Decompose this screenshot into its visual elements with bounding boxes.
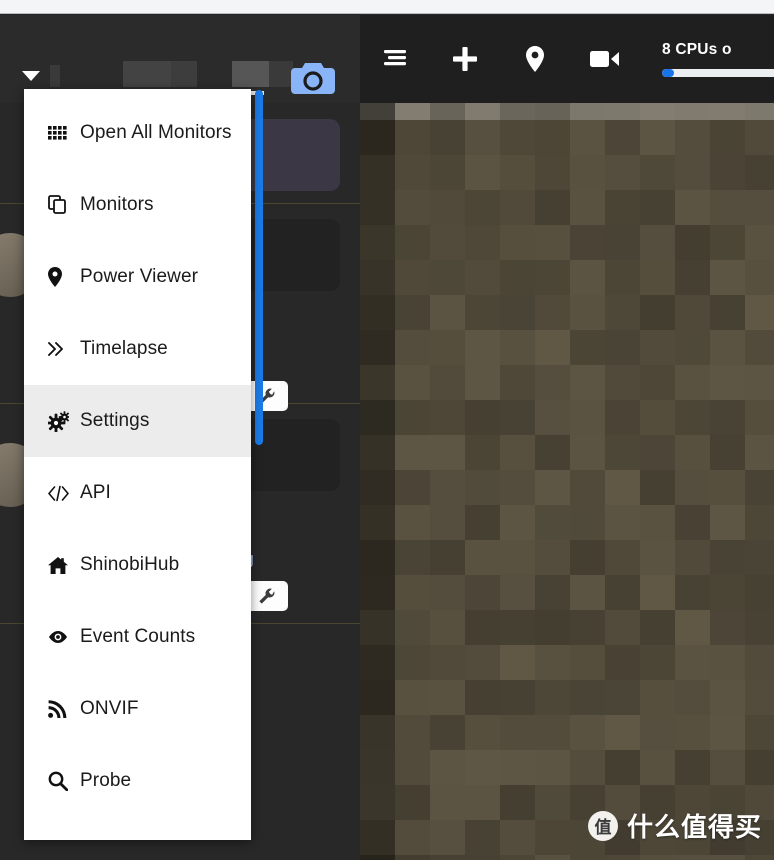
cpu-status-label: 8 CPUs o [662, 41, 774, 59]
gears-icon [48, 411, 69, 432]
menu-item-open-all-monitors[interactable]: Open All Monitors [24, 97, 251, 169]
menu-item-label: ONVIF [80, 698, 139, 720]
cpu-status-block: 8 CPUs o [662, 41, 774, 77]
align-list-icon[interactable] [360, 15, 430, 103]
app-root: 0 4 ding 0 4 rding [0, 0, 774, 860]
watermark: 值 什么值得买 [588, 807, 762, 844]
redacted-block [171, 61, 197, 87]
redacted-block [232, 61, 269, 87]
code-icon [48, 485, 80, 502]
eye-icon [48, 630, 80, 644]
menu-item-shinobihub[interactable]: ShinobiHub [24, 529, 251, 601]
menu-item-api[interactable]: API [24, 457, 251, 529]
browser-chrome-strip [0, 0, 774, 14]
video-stream-area[interactable] [360, 15, 774, 860]
copy-icon [48, 195, 67, 215]
redacted-block [269, 61, 293, 87]
watermark-text: 什么值得买 [627, 807, 762, 844]
menu-item-event-counts[interactable]: Event Counts [24, 601, 251, 673]
video-camera-icon[interactable] [570, 15, 640, 103]
menu-item-timelapse[interactable]: Timelapse [24, 313, 251, 385]
redacted-block [123, 61, 171, 87]
home-icon [48, 556, 80, 574]
map-pin-icon[interactable] [500, 15, 570, 103]
menu-item-label: Probe [80, 770, 131, 792]
menu-item-label: Power Viewer [80, 266, 198, 288]
menu-item-settings[interactable]: Settings [24, 385, 251, 457]
plus-icon[interactable] [430, 15, 500, 103]
main-dropdown-menu[interactable]: Open All Monitors Monitors Power Viewer Tim… [24, 89, 251, 840]
copy-icon [48, 195, 80, 215]
menu-item-label: Settings [80, 410, 149, 432]
home-icon [48, 556, 68, 574]
watermark-badge: 值 [588, 811, 618, 841]
menu-item-label: Event Counts [80, 626, 195, 648]
wrench-icon [257, 587, 276, 606]
search-icon [48, 771, 68, 791]
cpu-usage-bar [662, 69, 774, 77]
code-icon [48, 485, 69, 502]
dropdown-caret-icon[interactable] [22, 71, 40, 81]
map-pin-icon [48, 267, 62, 287]
menu-item-probe[interactable]: Probe [24, 745, 251, 817]
rss-icon [48, 700, 80, 719]
menu-item-label: API [80, 482, 111, 504]
pixelated-video-mosaic [360, 15, 774, 860]
menu-item-power-viewer[interactable]: Power Viewer [24, 241, 251, 313]
menu-item-label: Timelapse [80, 338, 168, 360]
menu-item-label: Monitors [80, 194, 154, 216]
redacted-block [50, 65, 60, 87]
menu-item-monitors[interactable]: Monitors [24, 169, 251, 241]
eye-icon [48, 630, 68, 644]
rss-icon [48, 700, 67, 719]
sidebar-scrollbar[interactable] [255, 90, 263, 445]
grid-icon [48, 126, 80, 140]
menu-item-label: ShinobiHub [80, 554, 179, 576]
cpu-usage-fill [662, 69, 674, 77]
chevron-double-right-icon [48, 341, 65, 358]
camera-icon[interactable] [291, 58, 335, 96]
map-pin-icon [48, 267, 80, 287]
gears-icon [48, 411, 80, 432]
menu-item-label: Open All Monitors [80, 122, 232, 144]
search-icon [48, 771, 80, 791]
top-toolbar: 8 CPUs o [360, 15, 774, 103]
chevron-double-right-icon [48, 341, 80, 358]
menu-item-onvif[interactable]: ONVIF [24, 673, 251, 745]
grid-icon [48, 126, 67, 140]
